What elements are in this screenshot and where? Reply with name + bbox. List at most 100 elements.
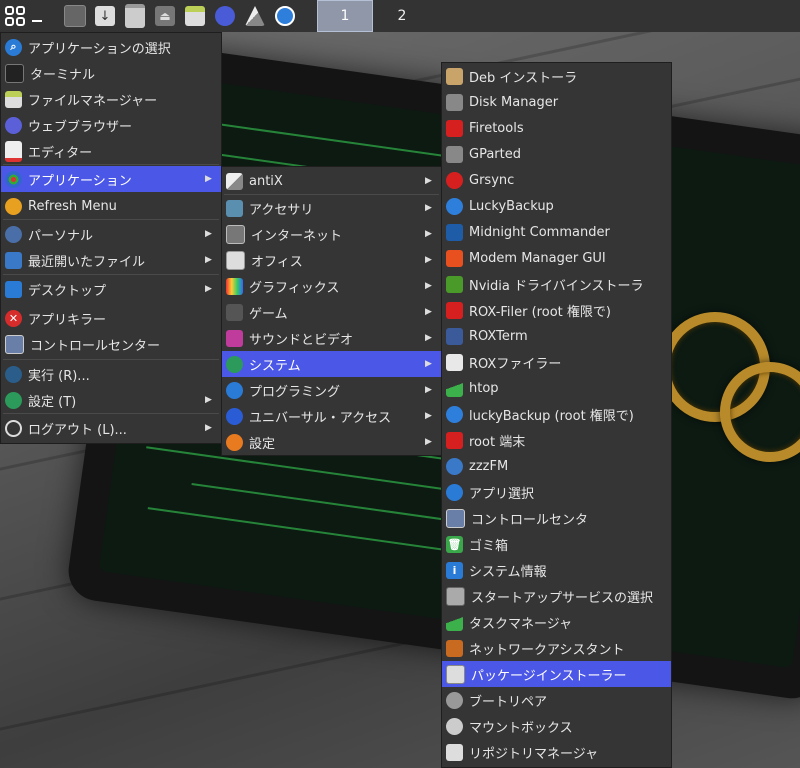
system-menu-item-11[interactable]: ROXTerm (442, 323, 671, 349)
grsync-icon (446, 171, 463, 189)
system-menu-item-21[interactable]: スタートアップサービスの選択 (442, 583, 671, 609)
roxterm-icon (446, 327, 463, 345)
system-menu-item-label: ブートリペア (469, 694, 548, 710)
apps-menu-item-11[interactable]: 設定 ▶ (222, 429, 441, 455)
workspace-2[interactable]: 2 (374, 0, 430, 32)
system-menu-item-label: タスクマネージャ (469, 616, 573, 632)
office-icon (226, 250, 245, 270)
system-menu-item-27[interactable]: リポジトリマネージャ (442, 739, 671, 765)
main-menu-item-5[interactable]: エディター (1, 138, 221, 164)
main-menu-item-4[interactable]: ウェブブラウザー (1, 112, 221, 138)
network-assistant-icon (446, 639, 463, 657)
main-menu-item-1[interactable]: ⌕ アプリケーションの選択 (1, 34, 221, 60)
main-menu-item-12[interactable]: コントロールセンター (1, 331, 221, 357)
submenu-arrow-icon: ▶ (425, 411, 432, 421)
system-menu-item-9[interactable]: Nvidia ドライバインストーラ (442, 271, 671, 297)
system-menu-item-15[interactable]: root 端末 (442, 427, 671, 453)
system-menu-item-2[interactable]: Disk Manager (442, 89, 671, 115)
main-menu-item-13[interactable]: 実行 (R)... (1, 361, 221, 387)
apps-menu-item-8[interactable]: システム ▶ (222, 351, 441, 377)
graphics-icon (226, 277, 243, 295)
repo-manager-icon (446, 743, 463, 761)
main-menu-item-6[interactable]: アプリケーション ▶ (1, 166, 221, 192)
system-menu-item-7[interactable]: Midnight Commander (442, 219, 671, 245)
system-menu-item-8[interactable]: Modem Manager GUI (442, 245, 671, 271)
main-menu-item-label: アプリケーション (28, 173, 132, 189)
apps-menu-item-10[interactable]: ユニバーサル・アクセス ▶ (222, 403, 441, 429)
trash-icon: 🗑 (446, 535, 463, 553)
info-icon: i (446, 561, 463, 579)
system-menu-item-3[interactable]: Firetools (442, 115, 671, 141)
submenu-arrow-icon: ▶ (205, 423, 212, 433)
system-menu-item-label: Deb インストーラ (469, 70, 578, 86)
apps-menu-item-label: システム (249, 358, 301, 374)
workspace-1[interactable]: 1 (317, 0, 373, 32)
system-menu-item-23[interactable]: ネットワークアシスタント (442, 635, 671, 661)
main-menu-item-2[interactable]: ターミナル (1, 60, 221, 86)
main-menu-item-11[interactable]: ✕ アプリキラー (1, 305, 221, 331)
apps-menu-item-5[interactable]: グラフィックス ▶ (222, 273, 441, 299)
main-menu-item-label: ログアウト (L)... (28, 422, 127, 438)
system-menu-item-4[interactable]: GParted (442, 141, 671, 167)
apps-menu-item-label: ゲーム (249, 306, 288, 322)
antix-icon (226, 172, 243, 190)
main-menu-item-15[interactable]: ログアウト (L)... ▶ (1, 415, 221, 441)
system-menu-item-10[interactable]: ROX-Filer (root 権限で) (442, 297, 671, 323)
system-menu-item-label: システム情報 (469, 564, 547, 580)
system-menu-item-17[interactable]: アプリ選択 (442, 479, 671, 505)
system-menu-item-25[interactable]: ブートリペア (442, 687, 671, 713)
system-menu-item-6[interactable]: LuckyBackup (442, 193, 671, 219)
main-menu-item-label: 最近開いたファイル (28, 254, 146, 270)
system-menu-item-1[interactable]: Deb インストーラ (442, 63, 671, 89)
main-menu-item-7[interactable]: Refresh Menu (1, 193, 221, 219)
system-menu-item-19[interactable]: 🗑 ゴミ箱 (442, 531, 671, 557)
download-button[interactable]: ↓ (90, 0, 120, 32)
menu-separator (3, 164, 219, 165)
apps-menu-item-3[interactable]: インターネット ▶ (222, 221, 441, 247)
browser-icon (215, 6, 235, 26)
eject-button[interactable]: ⏏ (150, 0, 180, 32)
system-submenu: Deb インストーラ Disk Manager Firetools GParted Gr… (441, 62, 672, 768)
submenu-arrow-icon: ▶ (425, 229, 432, 239)
apps-menu-item-7[interactable]: サウンドとビデオ ▶ (222, 325, 441, 351)
main-menu-item-label: Refresh Menu (28, 198, 117, 214)
apps-menu-item-label: ユニバーサル・アクセス (249, 410, 392, 426)
system-menu-item-13[interactable]: htop (442, 375, 671, 401)
main-menu-item-3[interactable]: ファイルマネージャー (1, 86, 221, 112)
show-desktop-button[interactable] (60, 0, 90, 32)
editor-icon (5, 140, 22, 162)
apps-menu-item-1[interactable]: antiX ▶ (222, 168, 441, 194)
system-menu-item-20[interactable]: i システム情報 (442, 557, 671, 583)
menu-separator (3, 274, 219, 275)
system-menu-item-16[interactable]: zzzFM (442, 453, 671, 479)
main-menu-item-8[interactable]: パーソナル ▶ (1, 221, 221, 247)
main-menu-item-14[interactable]: 設定 (T) ▶ (1, 387, 221, 413)
updater-launcher[interactable] (270, 0, 300, 32)
apps-menu-item-2[interactable]: アクセサリ ▶ (222, 195, 441, 221)
system-menu-item-label: パッケージインストーラー (471, 668, 627, 684)
system-menu-item-14[interactable]: luckyBackup (root 権限で) (442, 401, 671, 427)
submenu-arrow-icon: ▶ (425, 437, 432, 447)
app-menu-button[interactable] (0, 0, 30, 32)
antix-launcher[interactable] (240, 0, 270, 32)
system-menu-item-12[interactable]: ROXファイラー (442, 349, 671, 375)
system-menu-item-5[interactable]: Grsync (442, 167, 671, 193)
applications-grid-icon (5, 170, 22, 188)
system-menu-item-18[interactable]: コントロールセンタ (442, 505, 671, 531)
browser-launcher[interactable] (210, 0, 240, 32)
system-menu-item-label: Grsync (469, 172, 515, 188)
submenu-arrow-icon: ▶ (205, 395, 212, 405)
drive-launcher[interactable] (180, 0, 210, 32)
system-menu-item-22[interactable]: タスクマネージャ (442, 609, 671, 635)
apps-menu-item-9[interactable]: プログラミング ▶ (222, 377, 441, 403)
main-menu-item-9[interactable]: 最近開いたファイル ▶ (1, 247, 221, 273)
apps-menu-item-label: オフィス (251, 254, 303, 270)
system-menu-item-26[interactable]: マウントボックス (442, 713, 671, 739)
apps-menu-item-4[interactable]: オフィス ▶ (222, 247, 441, 273)
file-manager-launcher[interactable] (120, 0, 150, 32)
system-menu-item-label: マウントボックス (469, 720, 573, 736)
system-menu-item-24[interactable]: パッケージインストーラー (442, 661, 671, 687)
main-menu-item-10[interactable]: デスクトップ ▶ (1, 276, 221, 302)
menu-separator (3, 413, 219, 414)
apps-menu-item-6[interactable]: ゲーム ▶ (222, 299, 441, 325)
